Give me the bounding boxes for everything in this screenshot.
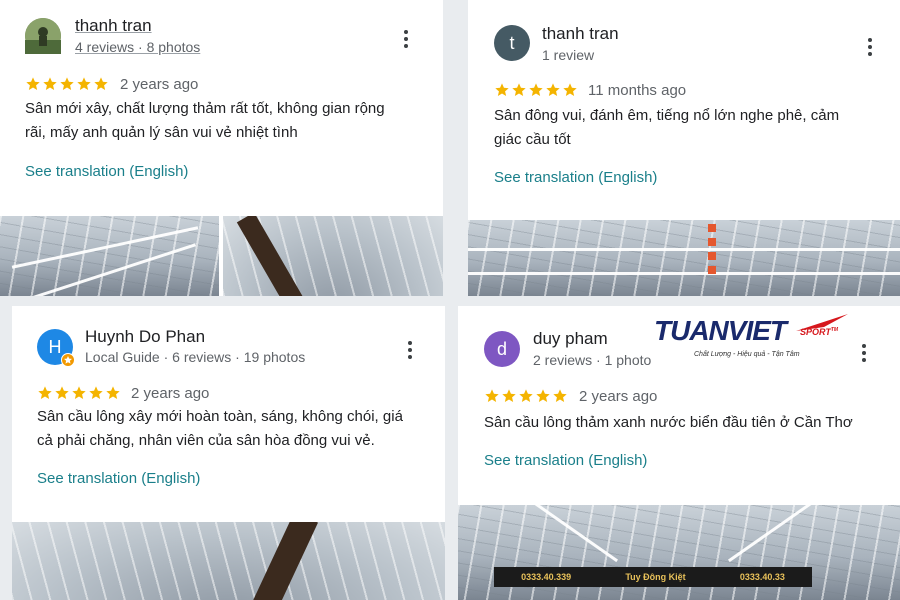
star-rating bbox=[494, 82, 578, 98]
review-date: 2 years ago bbox=[131, 385, 210, 402]
star-icon bbox=[38, 386, 52, 399]
ceiling-light bbox=[727, 505, 829, 563]
star-icon bbox=[519, 389, 533, 402]
star-icon bbox=[553, 389, 567, 402]
avatar-letter: H bbox=[48, 336, 62, 357]
review-text-line: Sân cầu lông xây mới hoàn toàn, sáng, kh… bbox=[37, 408, 403, 425]
author-meta[interactable]: Local Guide · 6 reviews · 19 photos bbox=[85, 349, 305, 365]
banner-text: Tuy Đông Kiệt bbox=[625, 572, 686, 582]
star-icon bbox=[495, 83, 509, 96]
review-photo[interactable] bbox=[223, 216, 443, 296]
author-meta[interactable]: 2 reviews · 1 photo bbox=[533, 352, 651, 368]
star-icon bbox=[546, 83, 560, 96]
more-options-icon[interactable] bbox=[864, 38, 876, 56]
logo-tagline: Chất Lượng - Hiệu quả - Tận Tâm bbox=[694, 351, 800, 358]
star-icon bbox=[485, 389, 499, 402]
star-rating bbox=[484, 388, 568, 404]
review-photo[interactable]: 0333.40.339 Tuy Đông Kiệt 0333.40.33 bbox=[458, 505, 900, 600]
star-icon bbox=[60, 77, 74, 90]
author-name[interactable]: thanh tran bbox=[75, 16, 152, 36]
logo-tm: TM bbox=[830, 327, 839, 333]
avatar[interactable] bbox=[25, 18, 61, 54]
see-translation-link[interactable]: See translation (English) bbox=[37, 470, 200, 487]
author-name[interactable]: thanh tran bbox=[542, 24, 619, 44]
review-date: 11 months ago bbox=[588, 82, 687, 99]
review-text: Sân cầu lông xây mới hoàn toàn, sáng, kh… bbox=[37, 405, 403, 453]
star-icon bbox=[89, 386, 103, 399]
author-name[interactable]: Huynh Do Phan bbox=[85, 327, 205, 347]
review-text-line: cả phải chăng, nhân viên của sân hòa đồn… bbox=[37, 432, 375, 449]
ceiling-light bbox=[11, 226, 199, 269]
star-rating bbox=[25, 76, 109, 92]
review-card-3: H Huynh Do Phan Local Guide · 6 reviews … bbox=[12, 306, 445, 600]
review-text-line: giác cầu tốt bbox=[494, 131, 571, 148]
author-meta[interactable]: 4 reviews · 8 photos bbox=[75, 39, 200, 55]
ceiling-light bbox=[468, 248, 900, 251]
logo-brand-suffix: SPORTTM bbox=[800, 327, 838, 337]
star-icon bbox=[536, 389, 550, 402]
local-guide-badge-icon bbox=[61, 353, 75, 367]
review-text: Sân đông vui, đánh êm, tiếng nổ lớn nghe… bbox=[494, 104, 839, 152]
ceiling-light bbox=[517, 505, 619, 563]
star-icon bbox=[94, 77, 108, 90]
star-icon bbox=[43, 77, 57, 90]
author-name[interactable]: duy pham bbox=[533, 329, 608, 349]
star-icon bbox=[106, 386, 120, 399]
star-icon bbox=[55, 386, 69, 399]
banner-beam bbox=[247, 522, 319, 600]
sponsor-banner: 0333.40.339 Tuy Đông Kiệt 0333.40.33 bbox=[494, 567, 812, 587]
review-text-line: Sân đông vui, đánh êm, tiếng nổ lớn nghe… bbox=[494, 107, 840, 124]
review-card-1: thanh tran 4 reviews · 8 photos 2 years … bbox=[0, 0, 443, 296]
see-translation-link[interactable]: See translation (English) bbox=[25, 163, 188, 180]
see-translation-link[interactable]: See translation (English) bbox=[494, 169, 657, 186]
lantern-decoration bbox=[708, 224, 716, 274]
avatar[interactable]: d bbox=[484, 331, 520, 367]
review-date: 2 years ago bbox=[579, 388, 658, 405]
star-icon bbox=[72, 386, 86, 399]
more-options-icon[interactable] bbox=[404, 341, 416, 359]
banner-text: 0333.40.33 bbox=[739, 572, 785, 582]
star-icon bbox=[529, 83, 543, 96]
author-meta[interactable]: 1 review bbox=[542, 47, 594, 63]
review-text-line: rãi, mấy anh quản lý sân vui vẻ nhiệt tì… bbox=[25, 124, 298, 141]
more-options-icon[interactable] bbox=[858, 344, 870, 362]
review-text-line: Sân cầu lông thảm xanh nước biển đầu tiê… bbox=[484, 414, 853, 431]
photo-avatar-icon bbox=[25, 18, 61, 54]
ceiling-light bbox=[23, 243, 197, 296]
logo-sport-text: SPORT bbox=[800, 327, 831, 337]
tuanviet-sport-logo: TUANVIET SPORTTM Chất Lượng - Hiệu quả -… bbox=[654, 313, 850, 363]
star-rating bbox=[37, 385, 121, 401]
review-text-line: Sân mới xây, chất lượng thảm rất tốt, kh… bbox=[25, 100, 385, 117]
star-icon bbox=[512, 83, 526, 96]
review-date: 2 years ago bbox=[120, 76, 199, 93]
review-text: Sân mới xây, chất lượng thảm rất tốt, kh… bbox=[25, 97, 385, 145]
review-photo[interactable] bbox=[12, 522, 445, 600]
avatar[interactable]: H bbox=[37, 329, 75, 367]
star-icon bbox=[26, 77, 40, 90]
banner-text: 0333.40.339 bbox=[521, 572, 572, 582]
star-icon bbox=[77, 77, 91, 90]
logo-brand: TUANVIET bbox=[654, 315, 787, 346]
see-translation-link[interactable]: See translation (English) bbox=[484, 452, 647, 469]
review-photo[interactable] bbox=[468, 220, 900, 296]
ceiling-light bbox=[468, 272, 900, 275]
star-icon bbox=[502, 389, 516, 402]
avatar[interactable]: t bbox=[494, 25, 530, 61]
banner-beam bbox=[236, 216, 310, 296]
star-icon bbox=[563, 83, 577, 96]
review-photo[interactable] bbox=[0, 216, 219, 296]
review-card-2: t thanh tran 1 review 11 months ago Sân … bbox=[468, 0, 900, 296]
review-text: Sân cầu lông thảm xanh nước biển đầu tiê… bbox=[484, 411, 853, 435]
more-options-icon[interactable] bbox=[400, 30, 412, 48]
